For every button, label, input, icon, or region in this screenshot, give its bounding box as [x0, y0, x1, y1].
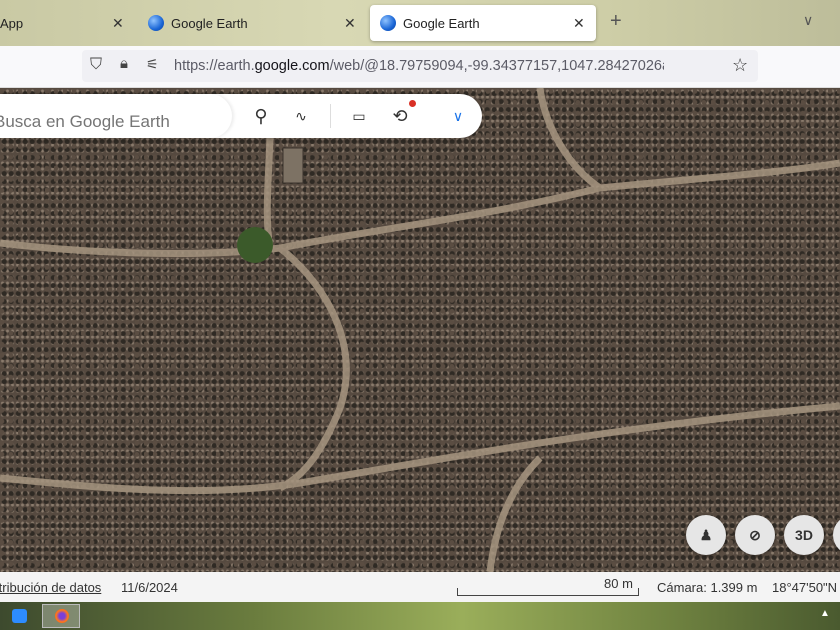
chevron-down-icon[interactable]: ∨	[446, 104, 470, 128]
close-tab-icon[interactable]: ✕	[112, 15, 124, 32]
toggle-3d-button[interactable]: 3D	[784, 515, 824, 555]
lock-icon[interactable]: 🔒︎	[120, 55, 128, 72]
notification-dot	[409, 100, 416, 107]
tab-app[interactable]: App ✕	[0, 5, 130, 41]
search-toolbar: ⚲ ∿ ▭ ⟲ ∨	[0, 94, 482, 138]
url-text[interactable]: https://earth.google.com/web/@18.7975909…	[174, 58, 664, 74]
firefox-taskbar-button[interactable]	[42, 604, 80, 628]
camera-altitude: Cámara: 1.399 m	[657, 580, 758, 595]
tab-label: Google Earth	[171, 15, 248, 31]
close-tab-icon[interactable]: ✕	[573, 15, 585, 32]
tab-label: Google Earth	[403, 15, 480, 31]
address-bar[interactable]: ⛉ 🔒︎ ⚟ https://earth.google.com/web/@18.…	[82, 50, 758, 82]
imagery-date: 11/6/2024	[121, 580, 178, 595]
navigation-bar: ⛉ 🔒︎ ⚟ https://earth.google.com/web/@18.…	[0, 46, 840, 88]
bookmark-star-icon[interactable]: ☆	[732, 55, 748, 76]
taskbar: ▲	[0, 602, 840, 630]
history-icon[interactable]: ⟲	[388, 104, 412, 128]
new-tab-icon[interactable]: +	[610, 10, 622, 33]
google-earth-icon	[380, 15, 396, 31]
location-pin-icon[interactable]: ⚲	[249, 104, 273, 128]
tab-list-chevron-icon[interactable]: ∨	[803, 12, 813, 29]
scale-bar	[457, 588, 639, 596]
pegman-icon: ♟	[699, 526, 713, 543]
status-bar: Atribución de datos 11/6/2024 80 m Cámar…	[0, 572, 840, 602]
tab-label: App	[0, 15, 24, 31]
firefox-icon	[55, 609, 69, 623]
data-attribution-link[interactable]: Atribución de datos	[0, 580, 101, 595]
ruler-icon[interactable]: ▭	[347, 104, 371, 128]
zoom-app-icon[interactable]	[12, 609, 27, 623]
search-input[interactable]	[0, 94, 232, 138]
tab-bar: App ✕ Google Earth ✕ Google Earth ✕ + ∨	[0, 0, 840, 46]
path-measure-icon[interactable]: ∿	[289, 104, 313, 128]
tab-google-earth-active[interactable]: Google Earth ✕	[370, 5, 596, 41]
close-tab-icon[interactable]: ✕	[344, 15, 356, 32]
tray-arrow-icon[interactable]: ▲	[820, 608, 830, 619]
reset-orientation-button[interactable]: ⊘	[735, 515, 775, 555]
trails	[0, 88, 840, 572]
3d-label: 3D	[795, 527, 813, 543]
permissions-icon[interactable]: ⚟	[146, 56, 159, 73]
google-earth-icon	[148, 15, 164, 31]
shield-icon[interactable]: ⛉	[90, 56, 102, 74]
satellite-map[interactable]	[0, 88, 840, 572]
tab-google-earth[interactable]: Google Earth ✕	[138, 5, 366, 41]
compass-off-icon: ⊘	[749, 526, 761, 543]
divider	[330, 104, 331, 128]
coordinates: 18°47'50"N	[772, 580, 838, 595]
street-view-pegman-button[interactable]: ♟	[686, 515, 726, 555]
